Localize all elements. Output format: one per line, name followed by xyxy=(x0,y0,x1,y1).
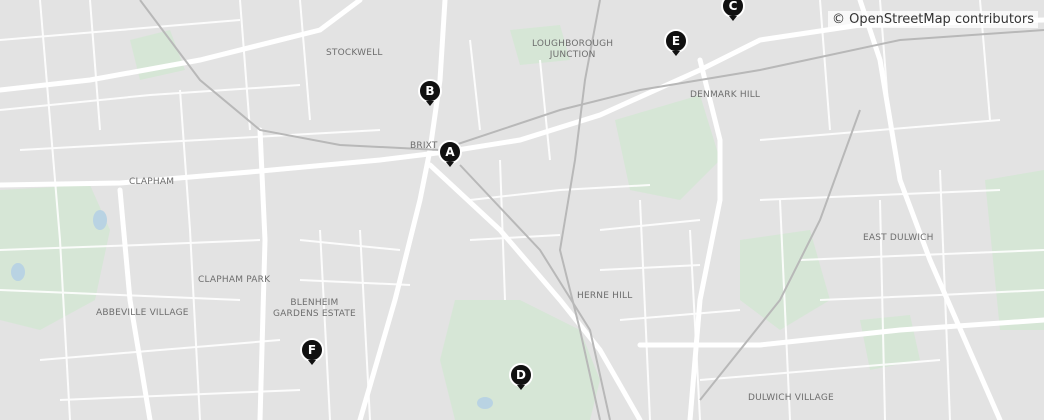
map-marker-e[interactable]: E xyxy=(664,29,688,59)
marker-label: C xyxy=(728,0,738,13)
pond-1 xyxy=(93,210,107,230)
map-marker-f[interactable]: F xyxy=(300,338,324,368)
marker-label: B xyxy=(425,84,435,98)
place-label-clapham-park: CLAPHAM PARK xyxy=(198,275,271,285)
marker-label: E xyxy=(671,34,681,48)
pond-2 xyxy=(11,263,25,281)
place-label-dulwich-village: DULWICH VILLAGE xyxy=(748,393,834,403)
map-marker-a[interactable]: A xyxy=(438,140,462,170)
place-label-brixton: BRIXT xyxy=(410,141,438,151)
marker-label: A xyxy=(445,145,455,159)
place-label-clapham: CLAPHAM xyxy=(129,177,175,187)
place-label-herne-hill: HERNE HILL xyxy=(577,291,633,301)
place-label-east-dulwich: EAST DULWICH xyxy=(863,233,934,243)
map-marker-c[interactable]: C xyxy=(721,0,745,24)
pond-3 xyxy=(477,397,493,409)
place-label-denmark-hill: DENMARK HILL xyxy=(690,90,761,100)
map-base-layer xyxy=(0,0,1044,420)
map-view[interactable]: STOCKWELL LOUGHBOROUGH JUNCTION DENMARK … xyxy=(0,0,1044,420)
map-marker-b[interactable]: B xyxy=(418,79,442,109)
marker-label: D xyxy=(516,368,526,382)
map-marker-d[interactable]: D xyxy=(509,363,533,393)
place-label-blenheim-gardens-estate: BLENHEIM GARDENS ESTATE xyxy=(273,298,356,319)
map-attribution[interactable]: © OpenStreetMap contributors xyxy=(828,11,1038,28)
marker-label: F xyxy=(307,343,317,357)
place-label-abbeville-village: ABBEVILLE VILLAGE xyxy=(96,308,189,318)
place-label-stockwell: STOCKWELL xyxy=(326,48,383,58)
place-label-loughborough-junction: LOUGHBOROUGH JUNCTION xyxy=(532,39,614,60)
